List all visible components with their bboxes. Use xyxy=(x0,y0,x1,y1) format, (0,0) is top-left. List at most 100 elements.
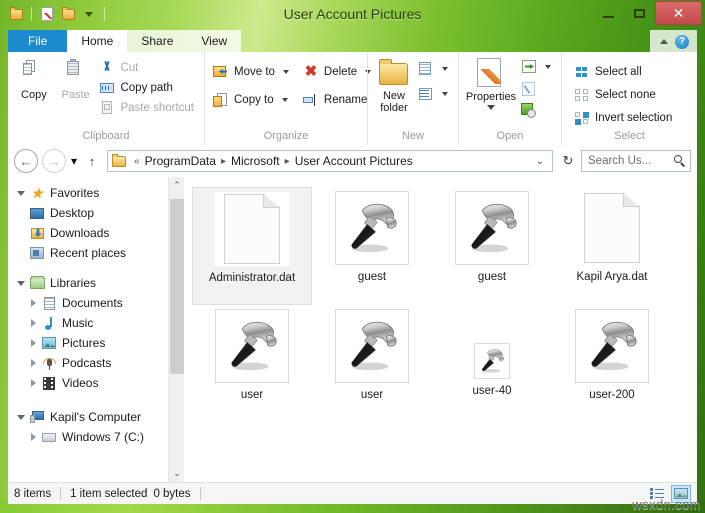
sidebar-label-videos: Videos xyxy=(62,376,99,390)
breadcrumb-dropdown-icon[interactable]: ⌄ xyxy=(530,156,550,167)
paste-shortcut-button[interactable]: Paste shortcut xyxy=(97,99,198,117)
copy-to-button[interactable]: Copy to xyxy=(211,91,293,109)
sidebar-item-downloads[interactable]: Downloads xyxy=(8,223,184,243)
file-thumbnail xyxy=(575,191,649,265)
file-item-guest-2[interactable]: guest xyxy=(432,187,552,305)
search-input[interactable]: Search Us... xyxy=(588,155,674,167)
copy-button[interactable]: Copy xyxy=(14,57,54,101)
file-item-kapil-arya-dat[interactable]: Kapil Arya.dat xyxy=(552,187,672,305)
properties-caret-icon[interactable] xyxy=(487,105,495,110)
hammer-icon xyxy=(231,321,277,371)
sidebar-scrollbar[interactable]: ⌃ ⌄ xyxy=(168,177,184,482)
easy-access-button[interactable] xyxy=(416,85,452,103)
clipboard-small-buttons: Cut Copy path Paste shortcut xyxy=(97,57,198,117)
new-folder-label-line1: New xyxy=(382,90,405,102)
easy-access-caret-icon[interactable] xyxy=(442,92,448,96)
sidebar-item-videos[interactable]: Videos xyxy=(8,373,184,393)
new-item-button[interactable] xyxy=(416,60,452,78)
sidebar-item-recent-places[interactable]: Recent places xyxy=(8,243,184,263)
breadcrumb-overflow[interactable]: « xyxy=(130,156,144,167)
breadcrumb-item-microsoft[interactable]: Microsoft xyxy=(230,154,281,168)
videos-twisty-icon[interactable] xyxy=(26,379,40,387)
favorites-twisty-icon[interactable] xyxy=(14,190,28,196)
select-none-icon xyxy=(574,87,590,103)
tab-share[interactable]: Share xyxy=(127,30,188,53)
open-button[interactable] xyxy=(519,58,555,76)
file-item-user-40[interactable]: user-40 xyxy=(432,305,552,423)
sidebar-group-computer[interactable]: Kapil's Computer xyxy=(8,407,184,427)
tab-view[interactable]: View xyxy=(187,30,242,53)
cut-button[interactable]: Cut xyxy=(97,59,198,77)
select-none-button[interactable]: Select none xyxy=(572,86,676,104)
file-thumbnail xyxy=(474,343,510,379)
rename-button[interactable]: Rename xyxy=(301,91,375,109)
sidebar-label-pictures: Pictures xyxy=(62,336,106,350)
tab-file[interactable]: File xyxy=(8,30,68,53)
delete-button[interactable]: ✖ Delete xyxy=(301,63,375,81)
file-item-administrator-dat[interactable]: Administrator.dat xyxy=(192,187,312,305)
pictures-twisty-icon[interactable] xyxy=(26,339,40,347)
maximize-button[interactable] xyxy=(624,1,655,25)
file-item-guest-1[interactable]: guest xyxy=(312,187,432,305)
history-button[interactable] xyxy=(519,102,555,120)
breadcrumb-separator-2[interactable]: ▸ xyxy=(281,156,294,167)
new-item-caret-icon[interactable] xyxy=(442,67,448,71)
sidebar-group-favorites[interactable]: ★ Favorites xyxy=(8,183,184,203)
scroll-up-icon[interactable]: ⌃ xyxy=(169,177,184,194)
breadcrumb-separator-1[interactable]: ▸ xyxy=(217,156,230,167)
open-caret-icon[interactable] xyxy=(545,65,551,69)
breadcrumb-bar[interactable]: « ProgramData ▸ Microsoft ▸ User Account… xyxy=(107,150,553,172)
breadcrumb-item-user-account-pictures[interactable]: User Account Pictures xyxy=(294,154,414,168)
sidebar-item-windows-c[interactable]: Windows 7 (C:) xyxy=(8,427,184,447)
search-box[interactable]: Search Us... xyxy=(581,150,691,172)
search-icon[interactable] xyxy=(674,155,686,167)
scrollbar-thumb[interactable] xyxy=(170,199,184,374)
edit-button[interactable] xyxy=(519,80,555,98)
refresh-button[interactable]: ↻ xyxy=(558,153,578,169)
move-to-button[interactable]: Move to xyxy=(211,63,293,81)
drive-twisty-icon[interactable] xyxy=(26,433,40,441)
move-to-caret-icon[interactable] xyxy=(282,70,289,74)
invert-selection-button[interactable]: Invert selection xyxy=(572,109,676,127)
recent-locations-caret-icon[interactable]: ▾ xyxy=(66,154,82,168)
sidebar-item-music[interactable]: Music xyxy=(8,313,184,333)
sidebar-item-podcasts[interactable]: Podcasts xyxy=(8,353,184,373)
sidebar-group-libraries[interactable]: Libraries xyxy=(8,273,184,293)
computer-twisty-icon[interactable] xyxy=(14,414,28,420)
new-folder-button[interactable]: New folder xyxy=(374,56,414,114)
scroll-down-icon[interactable]: ⌄ xyxy=(169,465,184,482)
file-label: user-40 xyxy=(472,385,512,397)
copy-path-button[interactable]: Copy path xyxy=(97,79,198,97)
breadcrumb-item-programdata[interactable]: ProgramData xyxy=(144,154,217,168)
close-button[interactable]: ✕ xyxy=(655,1,702,25)
file-item-user-2[interactable]: user xyxy=(312,305,432,423)
select-all-button[interactable]: Select all xyxy=(572,63,676,81)
hammer-icon xyxy=(351,203,397,253)
music-twisty-icon[interactable] xyxy=(26,319,40,327)
forward-button[interactable]: → xyxy=(42,149,66,173)
group-title-open: Open xyxy=(496,130,524,142)
sidebar-item-documents[interactable]: Documents xyxy=(8,293,184,313)
file-item-user-200[interactable]: user-200 xyxy=(552,305,672,423)
file-item-user-1[interactable]: user xyxy=(192,305,312,423)
watermark: wsxdn.com xyxy=(632,497,701,512)
back-button[interactable]: ← xyxy=(14,149,38,173)
videos-icon xyxy=(40,376,58,390)
properties-button[interactable]: Properties xyxy=(465,55,517,110)
copy-to-caret-icon[interactable] xyxy=(281,98,288,102)
libraries-twisty-icon[interactable] xyxy=(14,280,28,286)
tab-home[interactable]: Home xyxy=(67,30,128,53)
file-list-pane[interactable]: Administrator.dat guest guest Kapil Arya… xyxy=(184,177,697,482)
collapse-ribbon-icon[interactable] xyxy=(660,39,668,44)
up-button[interactable]: ↑ xyxy=(82,154,102,169)
sidebar-item-desktop[interactable]: Desktop xyxy=(8,203,184,223)
help-icon[interactable]: ? xyxy=(675,34,689,49)
paste-button[interactable]: Paste xyxy=(56,57,96,101)
sidebar-label-podcasts: Podcasts xyxy=(62,356,112,370)
ribbon: Copy Paste Cut Copy path Paste shortcut … xyxy=(8,52,697,146)
sidebar-item-pictures[interactable]: Pictures xyxy=(8,333,184,353)
documents-twisty-icon[interactable] xyxy=(26,299,40,307)
podcasts-twisty-icon[interactable] xyxy=(26,359,40,367)
copy-to-button-label: Copy to xyxy=(234,94,274,106)
minimize-button[interactable] xyxy=(593,1,624,25)
